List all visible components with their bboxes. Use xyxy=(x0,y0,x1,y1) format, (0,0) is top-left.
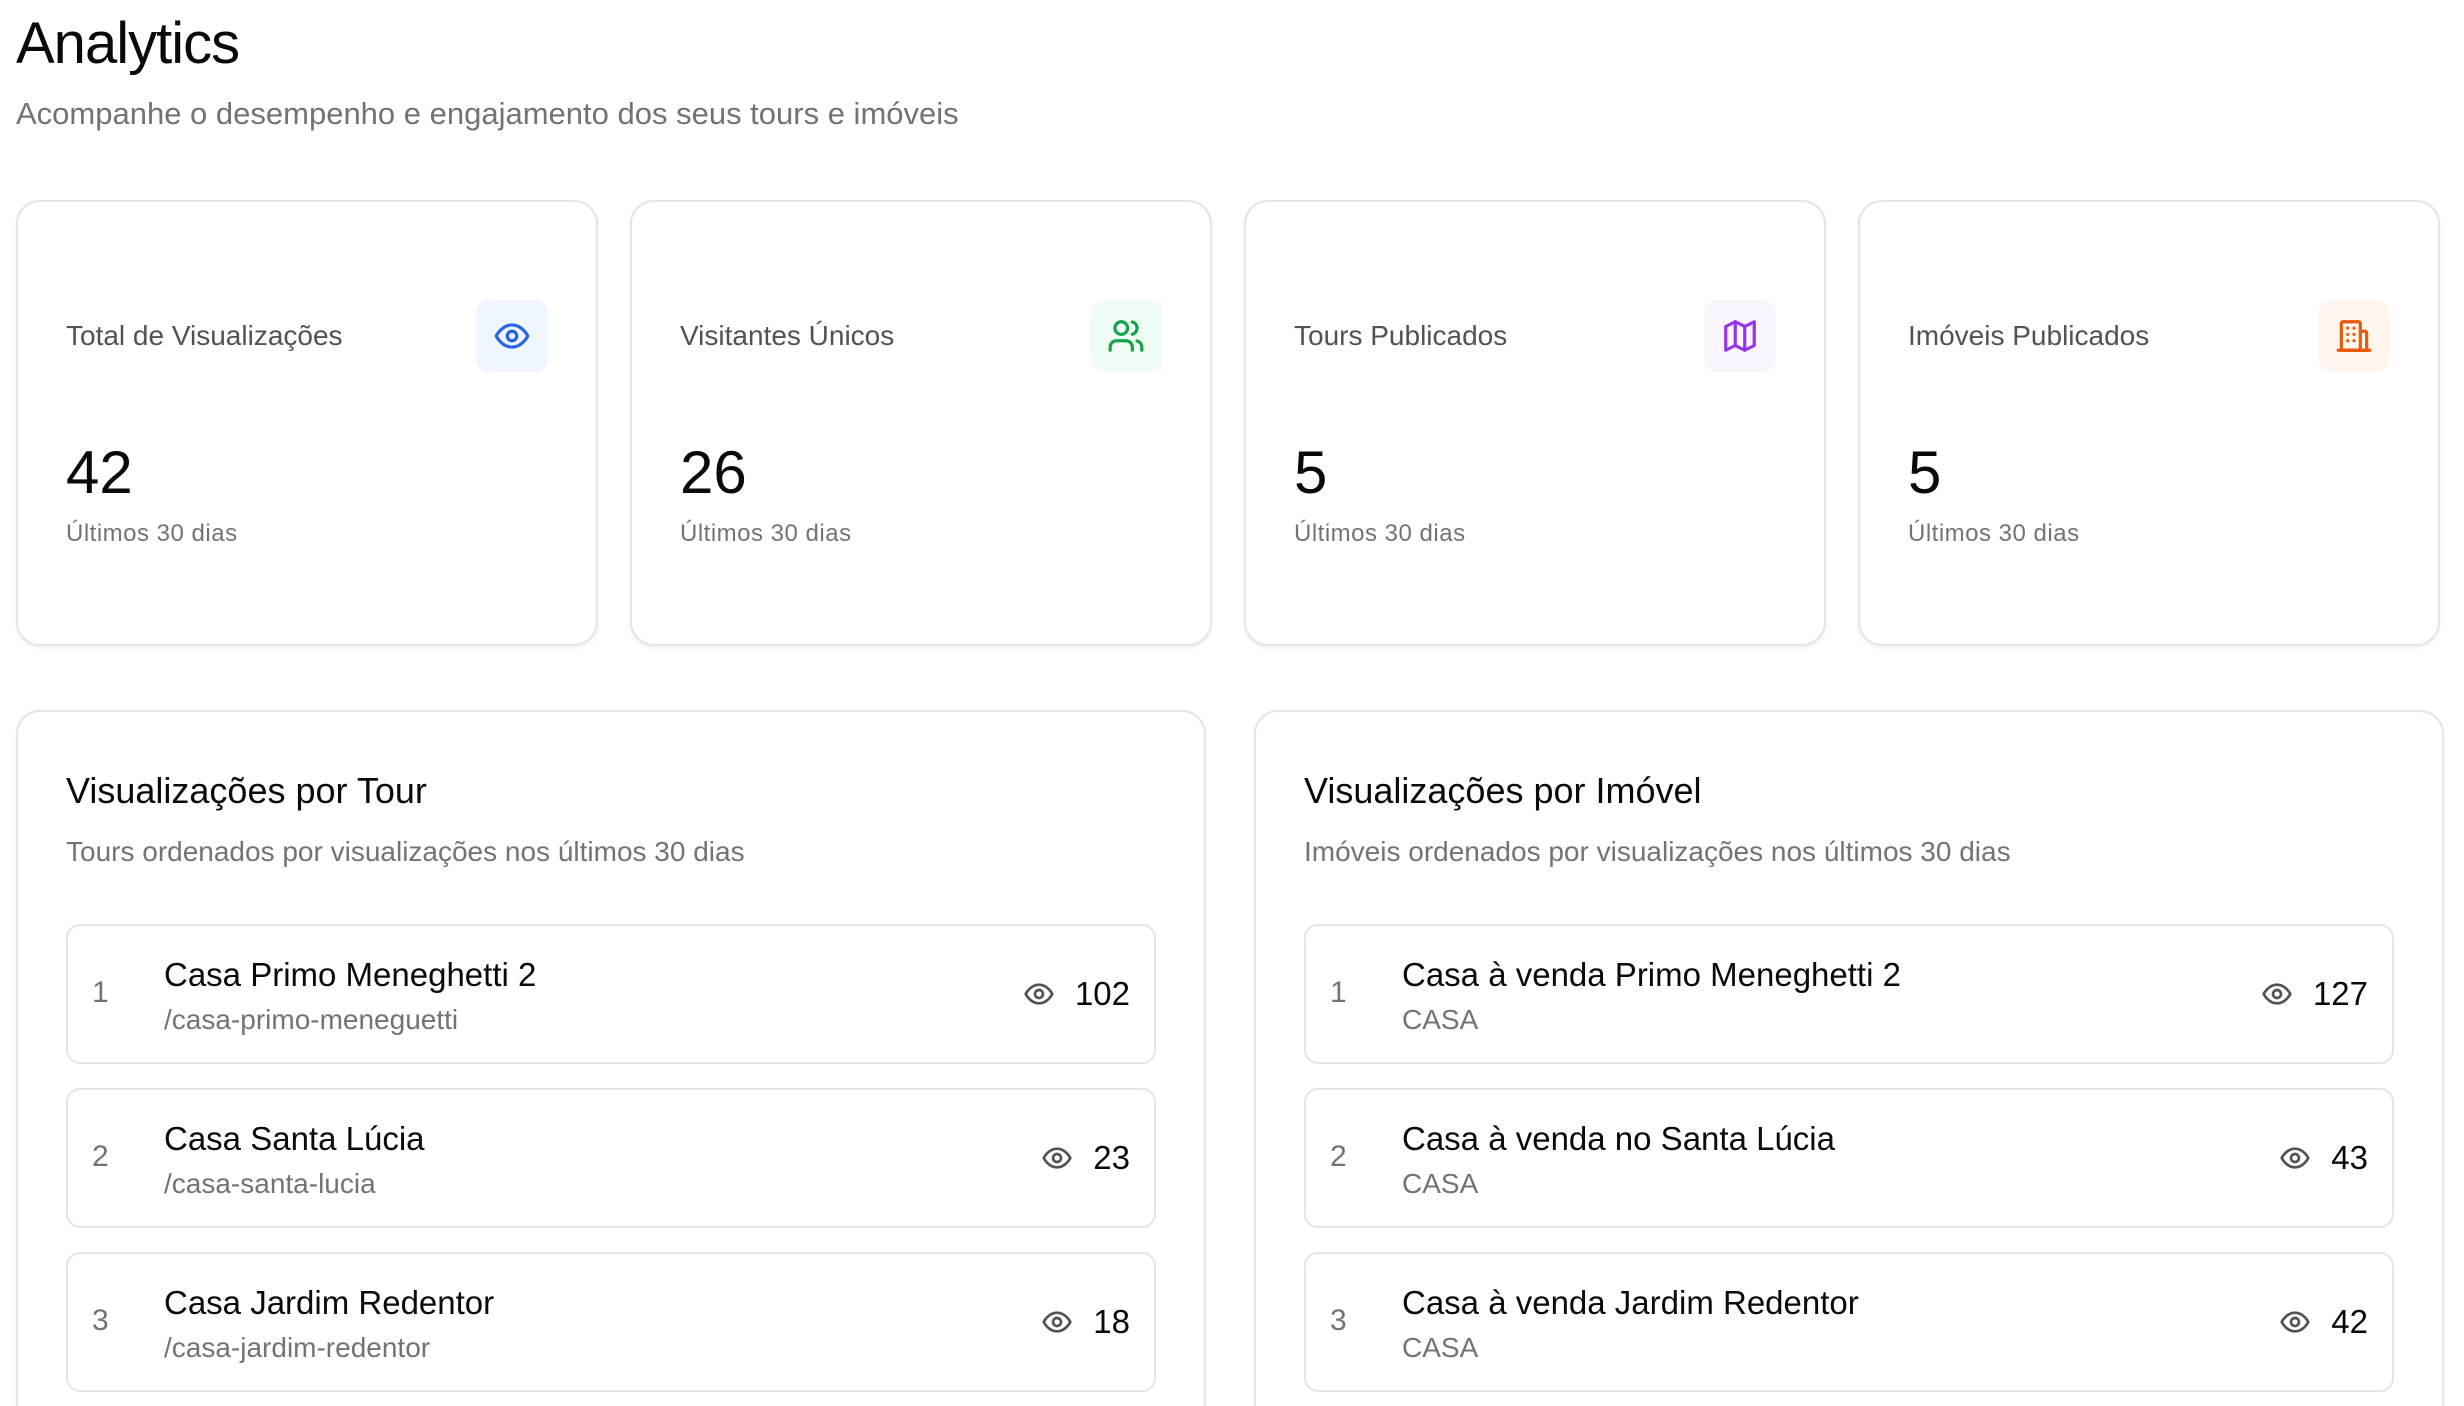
row-type: CASA xyxy=(1402,1004,1479,1035)
view-count: 18 xyxy=(1093,1303,1130,1340)
row-name: Casa Primo Meneghetti 2 xyxy=(164,956,537,993)
row-rank: 2 xyxy=(1330,1140,1347,1173)
stat-card-published-properties: Imóveis Publicados 5 Últimos 30 dias xyxy=(1858,200,2440,646)
stat-value: 5 xyxy=(1908,439,1942,506)
stat-label: Visitantes Únicos xyxy=(680,320,895,351)
row-slug: /casa-santa-lucia xyxy=(164,1168,376,1199)
eye-icon xyxy=(2280,1147,2310,1169)
panel-title: Visualizações por Tour xyxy=(66,770,427,811)
row-rank: 1 xyxy=(92,976,109,1009)
panel-subtitle: Tours ordenados por visualizações nos úl… xyxy=(66,836,745,867)
view-count: 42 xyxy=(2331,1303,2368,1340)
eye-icon xyxy=(1042,1311,1072,1333)
page-subtitle: Acompanhe o desempenho e engajamento dos… xyxy=(16,96,959,131)
analytics-page: Analytics Acompanhe o desempenho e engaj… xyxy=(0,0,2464,1406)
view-count: 23 xyxy=(1093,1139,1130,1176)
stat-card-unique-visitors: Visitantes Únicos 26 Últimos 30 dias xyxy=(630,200,1212,646)
row-name: Casa à venda no Santa Lúcia xyxy=(1402,1120,1835,1157)
row-slug: /casa-jardim-redentor xyxy=(164,1332,431,1363)
property-row[interactable]: 3 Casa à venda Jardim Redentor CASA 42 xyxy=(1304,1252,2394,1392)
row-name: Casa à venda Jardim Redentor xyxy=(1402,1284,1859,1321)
eye-icon xyxy=(2262,983,2292,1005)
row-type: CASA xyxy=(1402,1332,1479,1363)
row-views: 18 xyxy=(1041,1254,1130,1390)
panel-subtitle: Imóveis ordenados por visualizações nos … xyxy=(1304,836,2011,867)
stat-label: Imóveis Publicados xyxy=(1908,320,2150,351)
stat-note: Últimos 30 dias xyxy=(1294,520,1466,547)
tour-list: 1 Casa Primo Meneghetti 2 /casa-primo-me… xyxy=(66,924,1156,1406)
view-count: 43 xyxy=(2331,1139,2368,1176)
property-list: 1 Casa à venda Primo Meneghetti 2 CASA 1… xyxy=(1304,924,2394,1406)
tour-row[interactable]: 2 Casa Santa Lúcia /casa-santa-lucia 23 xyxy=(66,1088,1156,1228)
stat-card-published-tours: Tours Publicados 5 Últimos 30 dias xyxy=(1244,200,1826,646)
tour-row[interactable]: 3 Casa Jardim Redentor /casa-jardim-rede… xyxy=(66,1252,1156,1392)
row-type: CASA xyxy=(1402,1168,1479,1199)
row-rank: 3 xyxy=(1330,1304,1347,1337)
row-views: 42 xyxy=(2279,1254,2368,1390)
row-views: 127 xyxy=(2261,926,2368,1062)
stat-card-total-views: Total de Visualizações 42 Últimos 30 dia… xyxy=(16,200,598,646)
row-views: 43 xyxy=(2279,1090,2368,1226)
stat-value: 42 xyxy=(66,439,133,506)
row-views: 102 xyxy=(1023,926,1130,1062)
stat-value: 26 xyxy=(680,439,747,506)
views-by-property-panel: Visualizações por Imóvel Imóveis ordenad… xyxy=(1254,710,2444,1406)
stat-note: Últimos 30 dias xyxy=(1908,520,2080,547)
stat-note: Últimos 30 dias xyxy=(66,520,238,547)
stat-label: Total de Visualizações xyxy=(66,320,343,351)
row-rank: 3 xyxy=(92,1304,109,1337)
row-name: Casa Jardim Redentor xyxy=(164,1284,495,1321)
panels: Visualizações por Tour Tours ordenados p… xyxy=(16,710,2444,1406)
row-views: 23 xyxy=(1041,1090,1130,1226)
row-name: Casa à venda Primo Meneghetti 2 xyxy=(1402,956,1901,993)
eye-icon xyxy=(1042,1147,1072,1169)
panel-title: Visualizações por Imóvel xyxy=(1304,770,1702,811)
eye-icon xyxy=(2280,1311,2310,1333)
map-icon xyxy=(1704,300,1776,372)
stat-note: Últimos 30 dias xyxy=(680,520,852,547)
eye-icon xyxy=(476,300,548,372)
row-name: Casa Santa Lúcia xyxy=(164,1120,425,1157)
stat-value: 5 xyxy=(1294,439,1328,506)
stat-label: Tours Publicados xyxy=(1294,320,1508,351)
view-count: 127 xyxy=(2312,975,2368,1012)
tour-row[interactable]: 1 Casa Primo Meneghetti 2 /casa-primo-me… xyxy=(66,924,1156,1064)
row-rank: 2 xyxy=(92,1140,109,1173)
property-row[interactable]: 2 Casa à venda no Santa Lúcia CASA 43 xyxy=(1304,1088,2394,1228)
views-by-tour-panel: Visualizações por Tour Tours ordenados p… xyxy=(16,710,1206,1406)
building-icon xyxy=(2318,300,2390,372)
users-icon xyxy=(1090,300,1162,372)
page-title: Analytics xyxy=(16,11,240,76)
property-row[interactable]: 1 Casa à venda Primo Meneghetti 2 CASA 1… xyxy=(1304,924,2394,1064)
stats-grid: Total de Visualizações 42 Últimos 30 dia… xyxy=(16,200,2440,646)
view-count: 102 xyxy=(1074,975,1130,1012)
row-rank: 1 xyxy=(1330,976,1347,1009)
eye-icon xyxy=(1024,983,1054,1005)
row-slug: /casa-primo-meneguetti xyxy=(164,1004,459,1035)
